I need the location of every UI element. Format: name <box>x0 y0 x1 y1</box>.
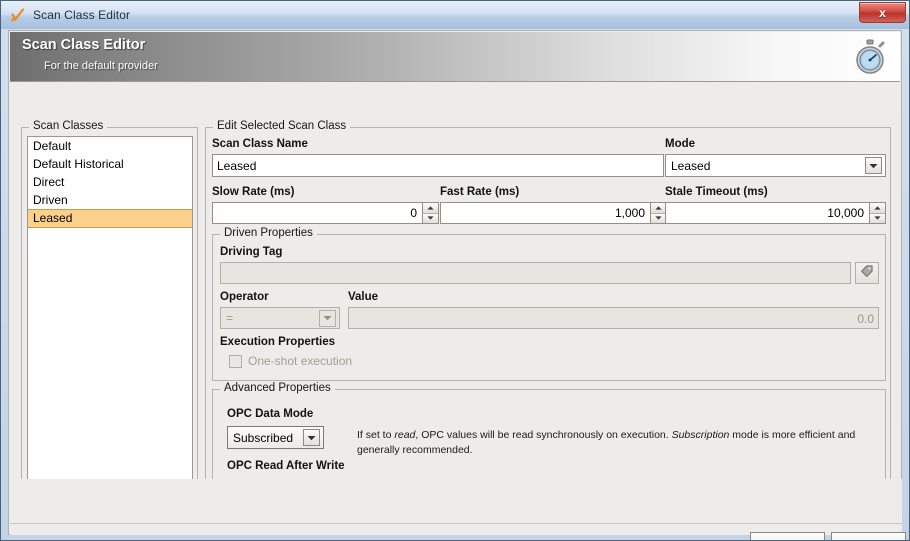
chevron-down-icon[interactable] <box>423 213 438 223</box>
mode-label: Mode <box>665 138 696 150</box>
slow-rate-value: 0 <box>410 206 417 220</box>
driven-properties-group: Driven Properties Driving Tag Operator = <box>212 227 886 381</box>
chevron-up-icon[interactable] <box>423 203 438 214</box>
fast-rate-spin-buttons[interactable] <box>650 203 666 223</box>
driving-tag-label: Driving Tag <box>220 246 283 258</box>
list-item[interactable]: Default <box>28 137 192 155</box>
tag-browse-button[interactable] <box>855 262 879 284</box>
checkbox-icon[interactable] <box>229 354 242 368</box>
list-item-selected[interactable]: Leased <box>28 209 192 228</box>
dialog-banner: Scan Class Editor For the default provid… <box>10 32 900 82</box>
cancel-button-label: Cancel <box>850 538 887 541</box>
stale-timeout-stepper[interactable]: 10,000 <box>665 202 886 224</box>
list-item[interactable]: Direct <box>28 173 192 191</box>
value-label: Value <box>348 291 379 303</box>
edit-scan-class-label: Edit Selected Scan Class <box>213 120 351 132</box>
mode-value: Leased <box>671 158 711 173</box>
opc-help-em-read: read <box>394 429 416 441</box>
stopwatch-icon <box>851 38 889 76</box>
operator-value: = <box>226 311 234 325</box>
scan-class-editor-window: Scan Class Editor x Scan Class Editor Fo… <box>0 0 910 541</box>
banner-title: Scan Class Editor <box>22 37 146 53</box>
chevron-up-icon[interactable] <box>651 203 666 214</box>
banner-subtitle: For the default provider <box>44 60 158 72</box>
scan-class-name-input[interactable]: Leased <box>212 154 664 177</box>
chevron-down-icon[interactable] <box>319 309 336 327</box>
driving-tag-input[interactable] <box>220 262 851 284</box>
fast-rate-label: Fast Rate (ms) <box>440 186 520 198</box>
stale-timeout-value: 10,000 <box>827 206 864 220</box>
mode-select[interactable]: Leased <box>665 154 886 177</box>
operator-select[interactable]: = <box>220 307 340 329</box>
scan-classes-panel: Scan Classes Default Default Historical … <box>21 120 198 522</box>
slow-rate-stepper[interactable]: 0 <box>212 202 439 224</box>
one-shot-execution-checkbox[interactable]: One-shot execution <box>229 354 352 368</box>
chevron-down-icon[interactable] <box>303 429 320 446</box>
dialog-body: Scan Class Editor For the default provid… <box>8 30 906 540</box>
dialog-footer <box>10 479 902 535</box>
opc-help-em-subscription: Subscription <box>671 429 730 441</box>
footer-separator <box>10 523 902 524</box>
ok-button[interactable]: OK <box>750 532 825 541</box>
tag-icon <box>860 264 874 283</box>
close-button[interactable]: x <box>859 2 906 23</box>
opc-read-after-write-label: OPC Read After Write <box>227 460 345 472</box>
execution-properties-label: Execution Properties <box>220 336 336 348</box>
scan-class-name-label: Scan Class Name <box>212 138 308 150</box>
close-icon: x <box>879 5 886 20</box>
opc-data-mode-label: OPC Data Mode <box>227 408 314 420</box>
opc-data-mode-select[interactable]: Subscribed <box>227 426 324 449</box>
chevron-down-icon[interactable] <box>870 213 885 223</box>
scan-classes-label: Scan Classes <box>29 120 108 132</box>
window-title: Scan Class Editor <box>33 8 131 22</box>
cancel-button[interactable]: Cancel <box>831 532 906 541</box>
chevron-up-icon[interactable] <box>870 203 885 214</box>
scan-classes-list[interactable]: Default Default Historical Direct Driven… <box>27 136 193 488</box>
opc-data-mode-value: Subscribed <box>233 430 294 445</box>
opc-data-mode-help: If set to read, OPC values will be read … <box>357 428 877 458</box>
chevron-down-icon[interactable] <box>865 157 882 174</box>
stale-timeout-label: Stale Timeout (ms) <box>665 186 768 198</box>
stale-timeout-spin-buttons[interactable] <box>869 203 885 223</box>
window-titlebar: Scan Class Editor x <box>1 1 909 29</box>
slow-rate-spin-buttons[interactable] <box>422 203 438 223</box>
chevron-down-icon[interactable] <box>651 213 666 223</box>
list-item[interactable]: Default Historical <box>28 155 192 173</box>
opc-help-part-2: , OPC values will be read synchronously … <box>415 429 672 441</box>
edit-scan-class-panel: Edit Selected Scan Class Scan Class Name… <box>205 120 891 522</box>
value-input[interactable]: 0.0 <box>348 307 879 329</box>
one-shot-execution-label: One-shot execution <box>248 354 353 368</box>
operator-label: Operator <box>220 291 269 303</box>
advanced-properties-label: Advanced Properties <box>220 382 335 394</box>
list-item[interactable]: Driven <box>28 191 192 209</box>
fast-rate-stepper[interactable]: 1,000 <box>440 202 667 224</box>
fast-rate-value: 1,000 <box>614 206 645 220</box>
ignition-check-icon <box>10 7 26 23</box>
opc-help-part-1: If set to <box>357 429 395 441</box>
ok-button-label: OK <box>779 538 796 541</box>
slow-rate-label: Slow Rate (ms) <box>212 186 295 198</box>
driven-properties-label: Driven Properties <box>220 227 317 239</box>
